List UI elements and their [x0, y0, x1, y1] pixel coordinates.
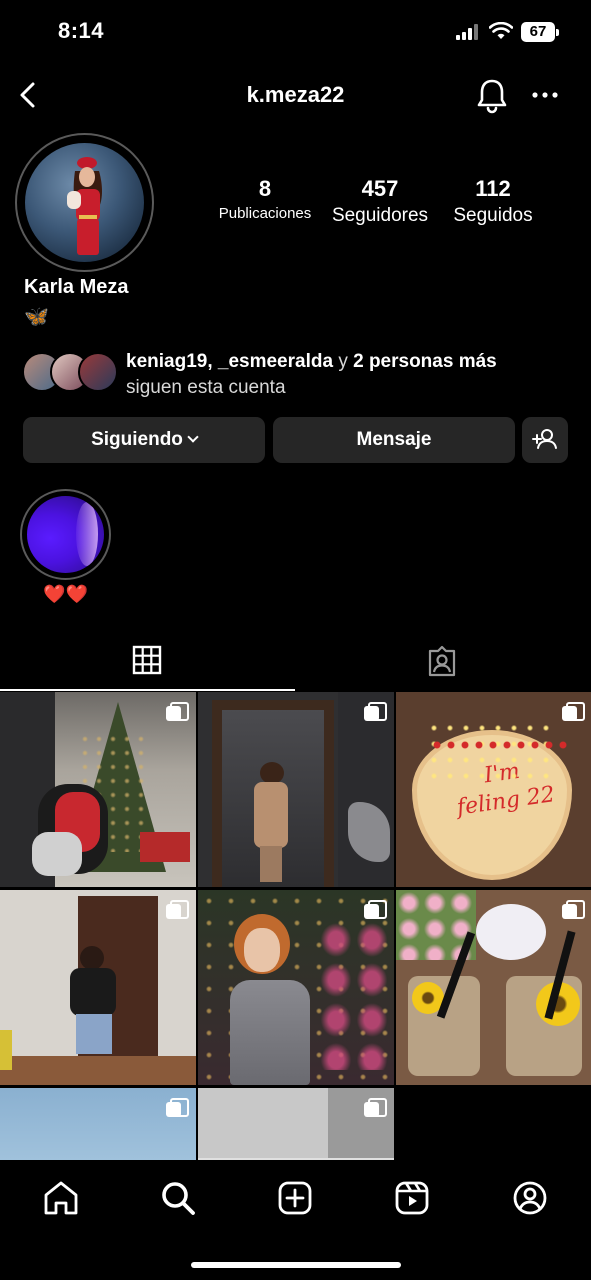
post-thumbnail[interactable] [198, 1088, 394, 1162]
message-button[interactable]: Mensaje [273, 417, 515, 463]
post-thumbnail[interactable] [198, 692, 394, 887]
post-thumbnail[interactable] [198, 890, 394, 1085]
profile-icon[interactable] [508, 1176, 552, 1220]
highlight-cover [27, 496, 104, 573]
more-icon[interactable] [528, 80, 562, 110]
message-button-label: Mensaje [356, 429, 432, 450]
following-button[interactable]: Siguiendo [23, 417, 265, 463]
multiple-photos-icon [166, 702, 189, 722]
suggested-users-button[interactable] [522, 417, 568, 463]
profile-header: k.meza22 [0, 70, 591, 120]
post-thumbnail[interactable] [0, 890, 196, 1085]
posts-label: Publicaciones [218, 205, 312, 222]
multiple-photos-icon [166, 1098, 189, 1118]
home-indicator [191, 1262, 401, 1268]
highlight-title: ❤️❤️ [43, 584, 88, 604]
following-count: 112 [475, 176, 511, 201]
home-icon[interactable] [39, 1176, 83, 1220]
battery-level: 67 [521, 22, 555, 42]
stat-following[interactable]: 112 Seguidos [444, 176, 542, 227]
posts-grid: I'm feling 22 [0, 692, 591, 1162]
profile-avatar [25, 143, 144, 262]
tab-posts-grid[interactable] [0, 640, 295, 690]
create-icon[interactable] [273, 1176, 317, 1220]
stat-followers[interactable]: 457 Seguidores [324, 176, 436, 227]
post-thumbnail[interactable] [0, 692, 196, 887]
active-tab-indicator [0, 689, 295, 691]
post-thumbnail[interactable] [396, 890, 591, 1085]
tagged-icon [428, 645, 456, 677]
reels-icon[interactable] [390, 1176, 434, 1220]
avatar [78, 352, 118, 392]
multiple-photos-icon [364, 1098, 387, 1118]
followed-by-connector: y [338, 351, 348, 372]
add-user-icon [532, 429, 557, 449]
mutual-followers-avatars[interactable] [22, 352, 118, 394]
following-label: Seguidos [453, 205, 533, 226]
mutual-follower-others: 2 personas más [353, 351, 497, 372]
status-bar: 8:14 67 [0, 0, 591, 64]
posts-count: 8 [258, 176, 272, 201]
followers-label: Seguidores [331, 205, 429, 226]
followers-count: 457 [361, 176, 399, 201]
wifi-icon [489, 22, 513, 39]
multiple-photos-icon [562, 702, 585, 722]
multiple-photos-icon [364, 702, 387, 722]
story-highlight[interactable] [20, 489, 111, 580]
signal-icon [456, 24, 482, 40]
post-thumbnail[interactable] [0, 1088, 196, 1162]
profile-full-name: Karla Meza [24, 276, 129, 298]
followed-by-suffix: siguen esta cuenta [126, 377, 286, 398]
search-icon[interactable] [156, 1176, 200, 1220]
battery-icon: 67 [521, 22, 559, 42]
bell-icon[interactable] [474, 76, 510, 114]
status-time: 8:14 [58, 18, 105, 43]
multiple-photos-icon [166, 900, 189, 920]
post-thumbnail[interactable]: I'm feling 22 [396, 692, 591, 887]
stat-posts[interactable]: 8 Publicaciones [210, 176, 320, 222]
multiple-photos-icon [364, 900, 387, 920]
profile-avatar-ring[interactable] [15, 133, 154, 272]
followed-by-text[interactable]: keniag19, _esmeeralda y 2 personas más s… [126, 349, 497, 401]
chevron-down-icon [187, 431, 199, 443]
mutual-follower-names: keniag19, _esmeeralda [126, 351, 334, 372]
tab-tagged[interactable] [295, 640, 591, 690]
following-button-label: Siguiendo [91, 429, 183, 450]
grid-icon [132, 645, 162, 675]
profile-bio: 🦋 [24, 306, 49, 328]
multiple-photos-icon [562, 900, 585, 920]
